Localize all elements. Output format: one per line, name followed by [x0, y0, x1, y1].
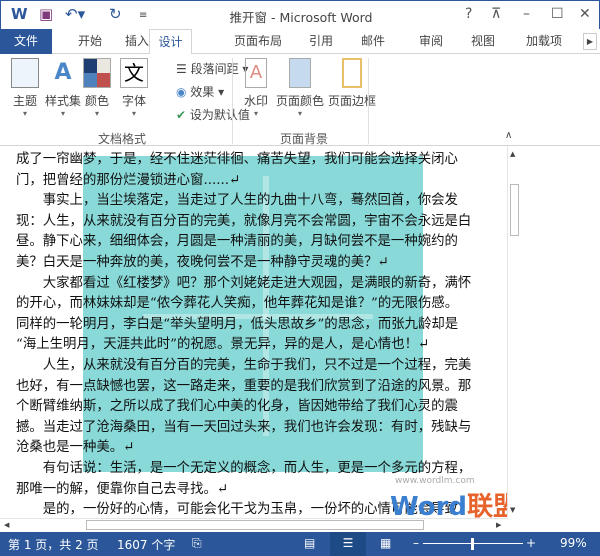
paragraph-spacing-button[interactable]: ☰ 段落间距 ▾: [176, 60, 248, 77]
text-line: 事实上，当尘埃落定，当走过了人生的九曲十八弯，蓦然回首，你会发: [16, 193, 458, 209]
text-line: 有句话说：生活，是一个无定义的概念，而人生，更是一个多元的方程，: [16, 461, 472, 476]
themes-button[interactable]: 主题 ▾: [8, 58, 42, 118]
text-line: 现：人生，从来就没有百分百的完美，就像月亮不会常圆，宇宙不会永远是白: [16, 213, 472, 229]
scroll-up-icon[interactable]: ▲: [510, 150, 515, 158]
proofing-icon[interactable]: ⎘: [192, 536, 202, 551]
scroll-down-icon[interactable]: ▼: [510, 506, 515, 514]
effects-icon: ◉: [176, 85, 191, 99]
tab-insert[interactable]: 插入: [122, 29, 152, 54]
document-page[interactable]: 成了一帘幽梦，于是，经不住迷茫徘徊、痛苦失望，我们可能会选择关闭心 门，把曾经的那…: [0, 146, 507, 518]
zoom-slider-thumb[interactable]: [471, 538, 474, 550]
fonts-icon: 文: [120, 58, 148, 88]
text-line: 撼。当走过了沧海桑田，当有一天回过头来，我们也许会发现：有时，残缺与: [16, 419, 472, 435]
maximize-icon[interactable]: ☐: [551, 6, 564, 22]
style-set-icon: A: [54, 60, 72, 85]
effects-label: 效果: [190, 85, 215, 99]
text-line: 也好，有一点缺憾也罢，这一路走来，重要的是我们欣赏到了沿途的风景。那: [16, 378, 472, 394]
group-doc-format-label: 文档格式: [98, 132, 147, 146]
tab-layout[interactable]: 页面布局: [230, 29, 286, 54]
style-set-button[interactable]: A 样式集 ▾: [44, 58, 82, 118]
tab-view[interactable]: 视图: [468, 29, 498, 54]
page-borders-icon: [342, 58, 362, 88]
tab-file[interactable]: 文件: [0, 29, 52, 54]
colors-icon: [83, 58, 111, 88]
zoom-level[interactable]: 99%: [560, 536, 587, 550]
collapse-ribbon-icon[interactable]: ∧: [505, 130, 512, 141]
word-lm-logo: Word联盟: [390, 492, 507, 518]
themes-icon: [11, 58, 39, 88]
text-line: 个断臂维纳斯，之所以成了我们心中美的化身，皆因她带给了我们心灵的震: [16, 399, 458, 415]
vertical-scrollbar[interactable]: ▲ ▼: [507, 146, 521, 518]
paragraph-spacing-icon: ☰: [176, 62, 191, 76]
help-button[interactable]: ?: [465, 6, 472, 22]
ribbon-tabs: 文件 开始 插入 设计 页面布局 引用 邮件 审阅 视图 加载项 ▶: [0, 29, 600, 55]
close-icon[interactable]: ✕: [579, 6, 591, 22]
set-default-button[interactable]: ✔ 设为默认值: [176, 106, 250, 123]
page-color-button[interactable]: 页面颜色 ▾: [274, 58, 326, 118]
scroll-thumb[interactable]: [510, 184, 519, 236]
document-area: 成了一帘幽梦，于是，经不住迷茫徘徊、痛苦失望，我们可能会选择关闭心 门，把曾经的那…: [0, 146, 600, 532]
tab-references[interactable]: 引用: [306, 29, 336, 54]
hscroll-thumb[interactable]: [86, 520, 424, 530]
read-mode-icon[interactable]: ▤: [304, 536, 315, 550]
group-page-bg-label: 页面背景: [280, 132, 329, 146]
watermark-icon: A: [245, 58, 267, 88]
colors-label: 颜色: [84, 94, 109, 108]
text-line: 同样的一轮明月，李白是“举头望明月，低头思故乡”的思念，而张九龄却是: [16, 316, 459, 332]
ribbon-display-icon[interactable]: ⊼: [491, 6, 501, 22]
page-color-label: 页面颜色: [275, 94, 324, 108]
page-color-icon: [289, 58, 311, 88]
page-count[interactable]: 第 1 页，共 2 页: [8, 536, 99, 553]
text-line: 人生，从来就没有百分百的完美，生命于我们，只不过是一个过程，完美: [16, 358, 472, 373]
web-layout-icon[interactable]: ▦: [380, 536, 391, 550]
check-icon: ✔: [176, 108, 190, 122]
fonts-button[interactable]: 文字体 ▾: [118, 58, 150, 118]
word-count[interactable]: 1607 个字: [117, 536, 175, 553]
style-set-label: 样式集: [44, 94, 81, 108]
tab-mailings[interactable]: 邮件: [358, 29, 388, 54]
tab-home[interactable]: 开始: [70, 29, 110, 54]
fonts-label: 字体: [121, 94, 146, 108]
text-line: 门，把曾经的那份烂漫锁进心窗......↵: [16, 172, 241, 188]
themes-label: 主题: [12, 94, 37, 108]
scroll-left-icon[interactable]: ◀: [4, 521, 9, 529]
horizontal-scrollbar[interactable]: ◀ ▶: [0, 518, 507, 532]
print-layout-icon[interactable]: ☰: [330, 532, 366, 556]
text-line: 大家都看过《红楼梦》吧？那个刘姥姥走进大观园，是满眼的新奇，满怀: [16, 275, 472, 291]
effects-button[interactable]: ◉ 效果 ▾: [176, 83, 224, 100]
logo-url: www.wordlm.com: [395, 476, 475, 486]
tab-review[interactable]: 审阅: [416, 29, 446, 54]
ribbon: 主题 ▾ A 样式集 ▾ 颜色 ▾ 文字体 ▾ ☰ 段落间距 ▾ ◉ 效果 ▾ ✔ 设为默…: [0, 54, 600, 146]
watermark-label: 水印: [243, 94, 268, 108]
text-line: “海上生明月，天涯共此时”的祝愿。景无异，异的是人，是心情也！↵: [16, 337, 430, 353]
group-divider: [368, 58, 369, 144]
text-line: 美？白天是一种奔放的美，夜晚何尝不是一种静守灵魂的美？↵: [16, 255, 389, 270]
watermark-button[interactable]: A 水印 ▾: [240, 58, 272, 118]
text-line: 昼。静下心来，细细体会，月圆是一种清丽的美，月缺何尝不是一种婉约的: [16, 234, 458, 250]
group-divider: [232, 58, 233, 144]
zoom-in-icon[interactable]: +: [526, 536, 536, 550]
text-line: 沧桑也是一种美。↵: [16, 440, 135, 456]
tab-addins[interactable]: 加载项: [520, 29, 568, 54]
scroll-right-icon[interactable]: ▶: [496, 521, 501, 529]
minimize-icon[interactable]: –: [523, 6, 530, 22]
title-bar: W ▣ ↶▾ ↻ ≡ 推开窗 - Microsoft Word ? ⊼ – ☐ …: [0, 0, 600, 29]
zoom-out-icon[interactable]: –: [413, 536, 419, 550]
text-line: 的开心，而林妹妹却是“侬今葬花人笑痴，他年葬花知是谁？”的无限伤感。: [16, 296, 459, 312]
text-line: 成了一帘幽梦，于是，经不住迷茫徘徊、痛苦失望，我们可能会选择关闭心: [16, 152, 458, 167]
scroll-tabs-right-icon[interactable]: ▶: [583, 33, 597, 50]
status-bar: 第 1 页，共 2 页 1607 个字 ⎘ ▤ ☰ ▦ – + 99%: [0, 532, 600, 556]
page-borders-button[interactable]: 页面边框: [326, 58, 378, 109]
colors-button[interactable]: 颜色 ▾: [82, 58, 112, 118]
text-line: 那唯一的解，便靠你自己去寻找。↵: [16, 481, 229, 497]
tab-design[interactable]: 设计: [149, 29, 192, 55]
window-title: 推开窗 - Microsoft Word: [229, 10, 373, 25]
